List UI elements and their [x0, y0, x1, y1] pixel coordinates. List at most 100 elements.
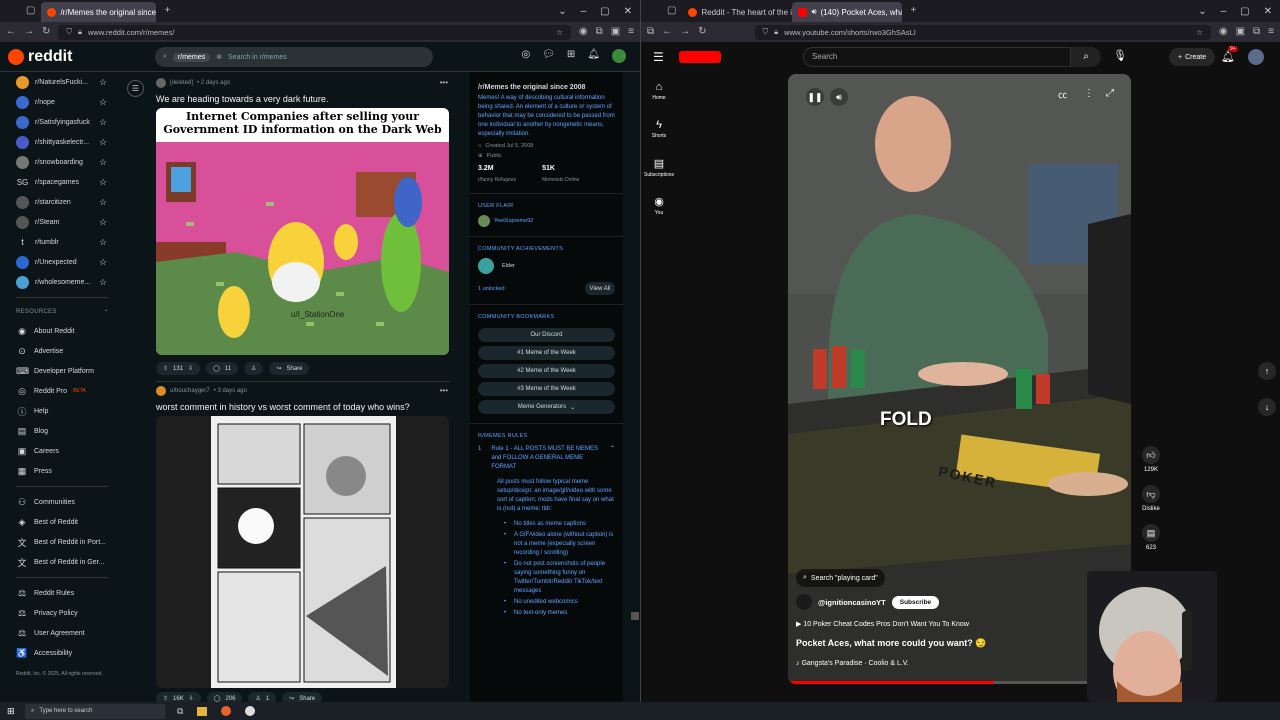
- sidebar-item-subreddit[interactable]: r/snowboarding ☆: [0, 152, 125, 172]
- subscribe-button[interactable]: Subscribe: [891, 595, 940, 609]
- task-view-icon[interactable]: ⧉: [177, 706, 183, 717]
- tab-youtube[interactable]: 🔊︎ (140) Pocket Aces, what m ✕: [792, 2, 903, 22]
- extension-icon[interactable]: ⧉: [596, 27, 603, 37]
- sidebar-item-resource[interactable]: ⊙ Advertise: [0, 341, 125, 361]
- favorite-star-icon[interactable]: ☆: [99, 197, 107, 208]
- downvote-icon[interactable]: ⇩: [188, 365, 193, 372]
- post-options-icon[interactable]: •••: [440, 386, 448, 395]
- bookmark-star-icon[interactable]: ☆: [556, 28, 563, 37]
- comments-button[interactable]: ◯ 206: [206, 692, 243, 702]
- like-button[interactable]: 👍︎: [1142, 446, 1160, 464]
- sidebar-item-link[interactable]: ◈ Best of Reddit: [0, 512, 125, 532]
- post-image[interactable]: Internet Companies after selling your Go…: [156, 108, 449, 355]
- maximize-icon[interactable]: ▢: [1240, 6, 1249, 17]
- shorts-video-player[interactable]: ❚❚ 🔊︎ ㏄ ⋮ ⤢ FOLD POKER ⌕ Search "playing …: [788, 74, 1131, 684]
- bookmark-button[interactable]: Meme Generators ⌄: [478, 400, 615, 414]
- bookmark-button[interactable]: #2 Meme of the Week: [478, 364, 615, 378]
- notification-bell-icon[interactable]: 🔔︎: [587, 49, 600, 63]
- extension-icon[interactable]: ▣: [1236, 27, 1245, 37]
- tab-list-icon[interactable]: ▢: [667, 6, 676, 16]
- nav-you[interactable]: ◉ You: [641, 186, 677, 224]
- award-button[interactable]: ♙ 1: [248, 692, 277, 702]
- new-tab-icon[interactable]: +: [164, 6, 170, 16]
- sidebar-item-subreddit[interactable]: t r/tumblr ☆: [0, 232, 125, 252]
- rule-1[interactable]: 1 Rule 1 - ALL POSTS MUST BE MEMES and FO…: [470, 439, 623, 472]
- bookmark-star-icon[interactable]: ☆: [1196, 28, 1203, 37]
- forward-icon[interactable]: →: [680, 27, 690, 37]
- firefox-icon[interactable]: [221, 706, 232, 716]
- upvote-icon[interactable]: ⇧: [163, 365, 168, 372]
- favorite-star-icon[interactable]: ☆: [99, 217, 107, 228]
- sidebar-item-policy[interactable]: ⚖ User Agreement: [0, 623, 125, 643]
- post-image[interactable]: [156, 416, 449, 688]
- sidebar-item-policy[interactable]: ♿ Accessibility: [0, 643, 125, 663]
- minimize-icon[interactable]: –: [581, 6, 587, 17]
- maximize-icon[interactable]: ▢: [600, 6, 609, 17]
- sidebar-item-subreddit[interactable]: r/starcitizen ☆: [0, 192, 125, 212]
- sidebar-item-link[interactable]: 文 Best of Reddit in Port...: [0, 532, 125, 552]
- nav-shorts[interactable]: ϟ Shorts: [641, 110, 677, 148]
- fullscreen-icon[interactable]: ⤢: [1106, 88, 1114, 99]
- channel-name[interactable]: @ignitioncasinoYT: [818, 598, 886, 607]
- search-button[interactable]: ⌕: [1071, 47, 1101, 67]
- taskbar-search[interactable]: ⌕ Type here to search: [25, 703, 165, 719]
- sidebar-item-resource[interactable]: ⓘ Help: [0, 401, 125, 421]
- volume-icon[interactable]: 🔊︎: [830, 88, 848, 106]
- audio-icon[interactable]: 🔊︎: [811, 7, 816, 17]
- sidebar-item-policy[interactable]: ⚖ Privacy Policy: [0, 603, 125, 623]
- comments-button[interactable]: ▤: [1142, 524, 1160, 542]
- favorite-star-icon[interactable]: ☆: [99, 237, 107, 248]
- post-title[interactable]: worst comment in history vs worst commen…: [156, 402, 410, 412]
- search-bar[interactable]: ⌕ r/memes ⊗ Search in r/memes: [155, 47, 433, 67]
- create-post-icon[interactable]: ⊞: [567, 49, 575, 63]
- sidebar-item-resource[interactable]: ◉ About Reddit: [0, 321, 125, 341]
- sidebar-item-subreddit[interactable]: r/NaturelsFucki... ☆: [0, 72, 125, 92]
- favorite-star-icon[interactable]: ☆: [99, 177, 107, 188]
- bookmark-button[interactable]: Our Discord: [478, 328, 615, 342]
- advertise-icon[interactable]: ◎: [521, 49, 530, 63]
- channel-avatar[interactable]: [796, 594, 812, 610]
- bookmark-button[interactable]: #3 Meme of the Week: [478, 382, 615, 396]
- subreddit-chip[interactable]: r/memes: [172, 52, 211, 62]
- search-suggestion-chip[interactable]: ⌕ Search "playing card": [796, 569, 885, 587]
- nav-home[interactable]: ⌂ Home: [641, 72, 677, 110]
- close-window-icon[interactable]: ✕: [1264, 6, 1272, 17]
- sidebar-icon[interactable]: ⧉: [647, 27, 654, 37]
- obs-icon[interactable]: [245, 706, 256, 716]
- favorite-star-icon[interactable]: ☆: [99, 117, 107, 128]
- minimize-icon[interactable]: –: [1221, 6, 1227, 17]
- sidebar-item-policy[interactable]: ⚖ Reddit Rules: [0, 583, 125, 603]
- favorite-star-icon[interactable]: ☆: [99, 137, 107, 148]
- back-icon[interactable]: ←: [662, 27, 672, 37]
- collapse-sidebar-button[interactable]: ☰: [127, 80, 144, 97]
- search-input[interactable]: Search in r/memes: [228, 54, 287, 61]
- address-bar[interactable]: ⛉ 🔒︎ www.reddit.com/r/memes/ ☆: [58, 24, 571, 40]
- resources-heading[interactable]: RESOURCES ⌃: [0, 303, 125, 321]
- new-tab-icon[interactable]: +: [910, 6, 916, 16]
- next-short-button[interactable]: ↓: [1258, 398, 1276, 416]
- reload-icon[interactable]: ↻: [698, 27, 706, 37]
- award-button[interactable]: ♙: [244, 362, 264, 375]
- sidebar-item-subreddit[interactable]: r/Steam ☆: [0, 212, 125, 232]
- post-author[interactable]: u/bouchayger7: [170, 388, 210, 394]
- windows-start-icon[interactable]: ⊞: [7, 706, 15, 717]
- scrollbar[interactable]: [631, 72, 639, 702]
- clear-chip-icon[interactable]: ⊗: [216, 53, 222, 61]
- user-avatar[interactable]: [612, 49, 626, 63]
- sidebar-item-subreddit[interactable]: r/wholesomeme... ☆: [0, 272, 125, 292]
- dislike-button[interactable]: 👎︎: [1142, 485, 1160, 503]
- sidebar-item-subreddit[interactable]: r/shittyaskelectr... ☆: [0, 132, 125, 152]
- chevron-down-icon[interactable]: ⌄: [558, 6, 566, 17]
- tab-reddit[interactable]: Reddit - The heart of the intern: [682, 2, 792, 22]
- reddit-logo[interactable]: reddit: [8, 48, 72, 66]
- extension-icon[interactable]: ▣: [611, 27, 620, 37]
- captions-icon[interactable]: ㏄: [1058, 88, 1067, 101]
- tab-reddit-memes[interactable]: /r/Memes the original since 2008 ✕: [41, 2, 157, 22]
- microphone-icon[interactable]: 🎙︎: [1113, 49, 1127, 62]
- chevron-down-icon[interactable]: ⌄: [1198, 6, 1206, 17]
- extension-icon[interactable]: ◉: [1219, 27, 1228, 37]
- back-icon[interactable]: ←: [6, 27, 16, 37]
- hamburger-menu-icon[interactable]: ☰: [653, 50, 664, 64]
- video-title[interactable]: Pocket Aces, what more could you want? 😏: [796, 638, 986, 649]
- file-explorer-icon[interactable]: [197, 706, 208, 716]
